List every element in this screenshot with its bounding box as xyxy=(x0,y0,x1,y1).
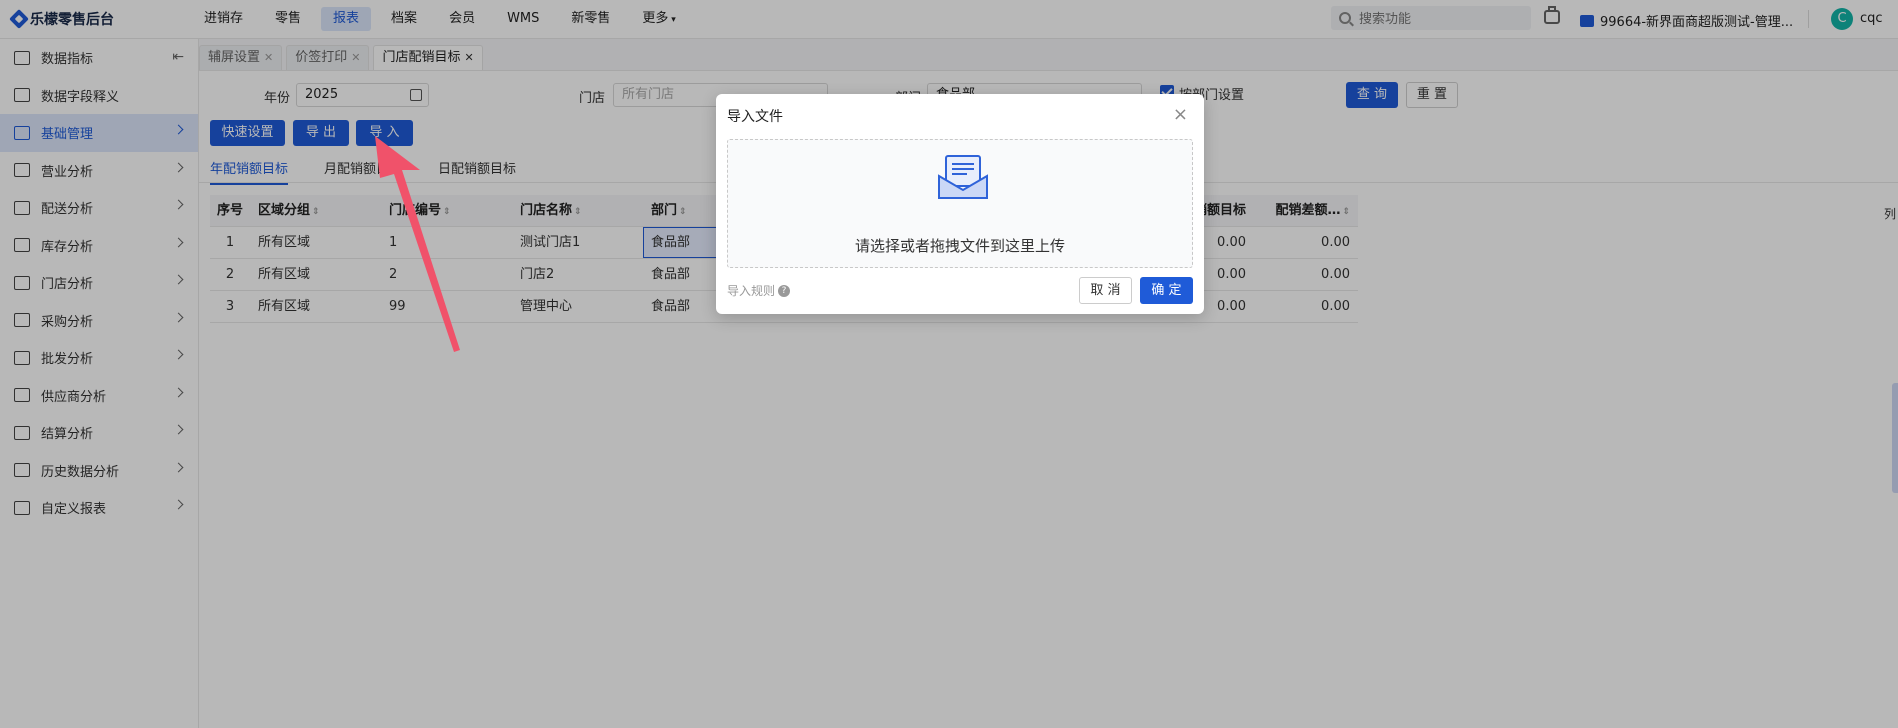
import-file-dialog: 导入文件 × 请选择或者拖拽文件到这里上传 导入规则 ? 取 消 确 定 xyxy=(716,94,1204,314)
import-rules-link[interactable]: 导入规则 ? xyxy=(727,282,791,299)
upload-envelope-icon xyxy=(938,155,988,199)
help-icon[interactable]: ? xyxy=(778,284,791,297)
import-rules-label: 导入规则 xyxy=(727,284,776,298)
file-dropzone[interactable]: 请选择或者拖拽文件到这里上传 xyxy=(727,139,1193,268)
cancel-button[interactable]: 取 消 xyxy=(1079,277,1132,304)
close-icon[interactable]: × xyxy=(1173,104,1188,125)
dropzone-text: 请选择或者拖拽文件到这里上传 xyxy=(854,237,1065,255)
confirm-button[interactable]: 确 定 xyxy=(1140,277,1193,304)
dialog-title: 导入文件 xyxy=(727,109,783,125)
annotation-arrow-icon xyxy=(375,136,460,352)
